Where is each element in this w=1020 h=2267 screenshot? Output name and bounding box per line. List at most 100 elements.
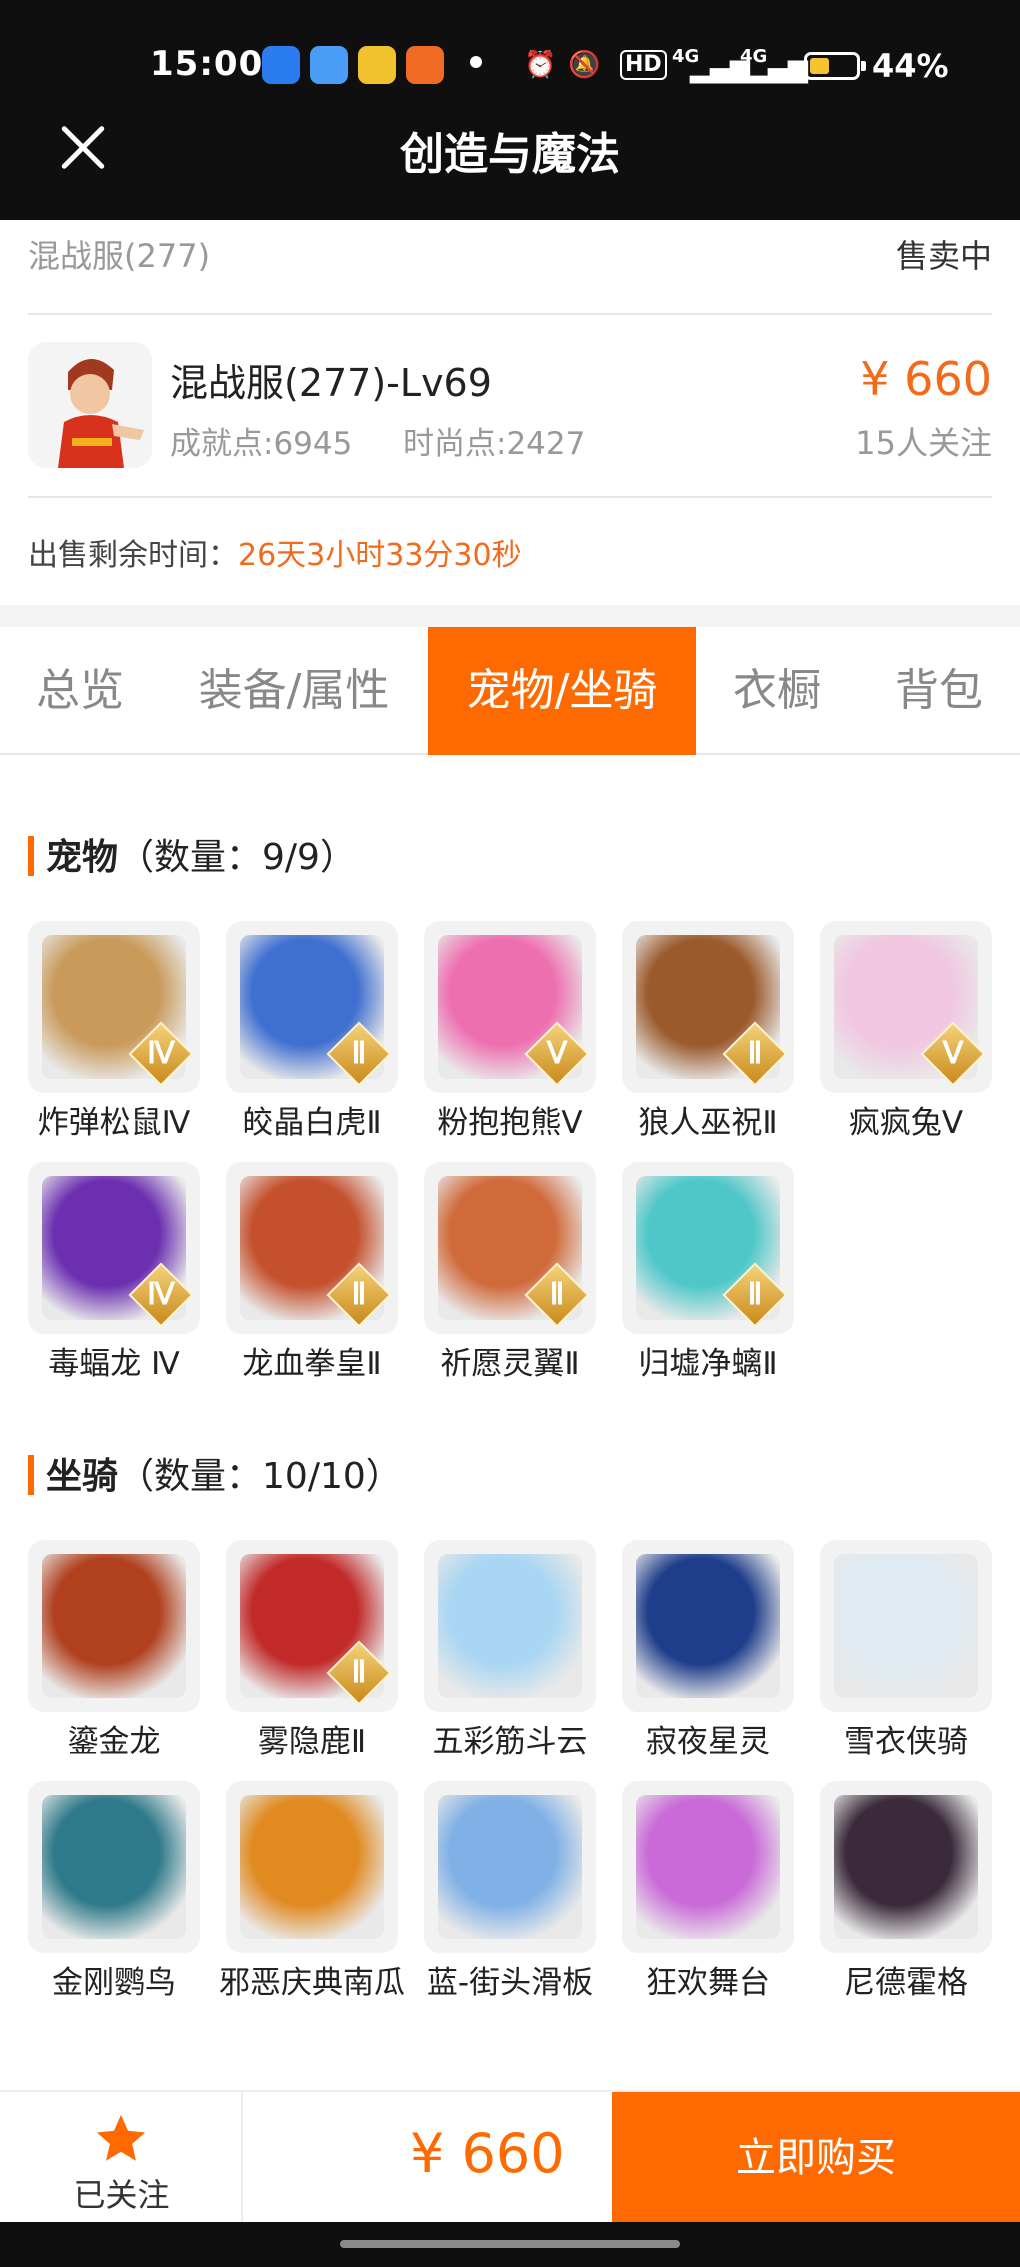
- pets-title: 宠物: [46, 837, 119, 878]
- pet-item[interactable]: Ⅴ 疯疯兔Ⅴ: [820, 921, 992, 1145]
- page-title: 创造与魔法: [400, 129, 620, 180]
- follow-button[interactable]: 已关注: [0, 2092, 243, 2224]
- home-gesture-handle[interactable]: [340, 2240, 680, 2248]
- pet-name: 归墟净螭Ⅱ: [638, 1346, 778, 1382]
- pet-name: 疯疯兔Ⅴ: [848, 1105, 964, 1141]
- buy-now-button[interactable]: 立即购买: [612, 2092, 1020, 2224]
- tier-badge-text: Ⅴ: [546, 1037, 568, 1070]
- pet-thumbnail: Ⅱ: [424, 1162, 596, 1334]
- pet-item[interactable]: Ⅳ 毒蝠龙 Ⅳ: [28, 1162, 200, 1386]
- section-divider: [0, 605, 1020, 627]
- pet-thumbnail: Ⅳ: [28, 1162, 200, 1334]
- tab-overview[interactable]: 总览: [0, 627, 160, 755]
- pet-thumbnail: Ⅱ: [622, 1162, 794, 1334]
- pet-item[interactable]: Ⅴ 粉抱抱熊Ⅴ: [424, 921, 596, 1145]
- mount-item[interactable]: 尼德霍格: [820, 1781, 992, 2005]
- pet-item[interactable]: Ⅱ 归墟净螭Ⅱ: [622, 1162, 794, 1386]
- pet-name: 毒蝠龙 Ⅳ: [48, 1346, 180, 1382]
- sale-status: 售卖中: [895, 237, 992, 275]
- mount-thumbnail: [424, 1540, 596, 1712]
- follow-label: 已关注: [73, 2176, 170, 2214]
- mount-item[interactable]: 五彩筋斗云: [424, 1540, 596, 1764]
- tier-badge-text: Ⅱ: [351, 1656, 367, 1689]
- mount-name: 邪恶庆典南瓜: [219, 1965, 405, 2001]
- mount-item[interactable]: 狂欢舞台: [622, 1781, 794, 2005]
- alarm-icon: ⏰: [524, 50, 557, 80]
- mount-item[interactable]: 蓝-街头滑板: [424, 1781, 596, 2005]
- mount-name: 鎏金龙: [67, 1724, 161, 1760]
- server-row: 混战服(277) 售卖中: [28, 225, 992, 315]
- pet-name: 粉抱抱熊Ⅴ: [437, 1105, 583, 1141]
- app-notification-icon: [406, 46, 444, 84]
- status-bar: 15:00 ⏰ 🔕 HD 4G ▂▄▆ 4G ▂▄▆ 44%: [0, 0, 1020, 135]
- tier-badge-text: Ⅱ: [351, 1037, 367, 1070]
- pet-name: 炸弹松鼠Ⅳ: [37, 1105, 191, 1141]
- mount-name: 金刚鹦鸟: [52, 1965, 176, 2001]
- pet-name: 狼人巫祝Ⅱ: [638, 1105, 778, 1141]
- mount-image: [834, 1554, 978, 1698]
- tab-pets-mounts[interactable]: 宠物/坐骑: [428, 627, 696, 755]
- mount-item[interactable]: 鎏金龙: [28, 1540, 200, 1764]
- character-card[interactable]: 混战服(277)-Lv69 成就点:6945 时尚点:2427 ¥ 660 15…: [28, 318, 992, 498]
- character-avatar: [28, 342, 152, 468]
- tier-badge-text: Ⅴ: [942, 1037, 964, 1070]
- pet-name: 祈愿灵翼Ⅱ: [440, 1346, 580, 1382]
- star-icon: [96, 2114, 146, 2161]
- mount-item[interactable]: 邪恶庆典南瓜: [219, 1781, 405, 2005]
- pets-section-title: 宠物（数量：9/9）: [28, 828, 356, 880]
- system-nav-bar: [0, 2222, 1020, 2267]
- mount-thumbnail: [622, 1781, 794, 1953]
- character-title: 混战服(277)-Lv69: [170, 361, 492, 405]
- mount-image: [438, 1795, 582, 1939]
- server-name: 混战服(277): [28, 237, 211, 275]
- mount-image: [636, 1795, 780, 1939]
- signal-bars-icon-2: ▂▄▆: [748, 54, 808, 84]
- mount-image: [42, 1795, 186, 1939]
- pet-thumbnail: Ⅱ: [226, 921, 398, 1093]
- mount-item[interactable]: 寂夜星灵: [622, 1540, 794, 1764]
- mount-name: 雾隐鹿Ⅱ: [257, 1724, 367, 1760]
- character-avatar-image: [28, 342, 152, 468]
- pet-name: 皎晶白虎Ⅱ: [242, 1105, 382, 1141]
- remaining-time-label: 出售剩余时间：: [28, 538, 238, 573]
- mount-thumbnail: [820, 1781, 992, 1953]
- tier-badge-text: Ⅱ: [351, 1278, 367, 1311]
- mount-thumbnail: [28, 1540, 200, 1712]
- tab-backpack[interactable]: 背包: [858, 627, 1020, 755]
- tab-bar: 总览 装备/属性 宠物/坐骑 衣橱 背包: [0, 627, 1020, 755]
- app-notification-icon: [310, 46, 348, 84]
- pet-thumbnail: Ⅱ: [226, 1162, 398, 1334]
- mount-item[interactable]: 金刚鹦鸟: [28, 1781, 200, 2005]
- tier-badge-text: Ⅳ: [147, 1278, 175, 1311]
- mount-thumbnail: [820, 1540, 992, 1712]
- pet-item[interactable]: Ⅱ 狼人巫祝Ⅱ: [622, 921, 794, 1145]
- listing-price: ¥ 660: [860, 352, 992, 406]
- battery-percent: 44%: [872, 47, 949, 85]
- mount-name: 蓝-街头滑板: [426, 1965, 594, 2001]
- mount-item[interactable]: 雪衣侠骑: [820, 1540, 992, 1764]
- mount-item[interactable]: Ⅱ 雾隐鹿Ⅱ: [226, 1540, 398, 1764]
- pet-item[interactable]: Ⅱ 祈愿灵翼Ⅱ: [424, 1162, 596, 1386]
- more-notifications-icon: [470, 56, 482, 68]
- pet-thumbnail: Ⅳ: [28, 921, 200, 1093]
- mount-image: [42, 1554, 186, 1698]
- tab-equipment[interactable]: 装备/属性: [160, 627, 428, 755]
- pet-item[interactable]: Ⅱ 皎晶白虎Ⅱ: [226, 921, 398, 1145]
- bottom-price: ¥ 660: [410, 2122, 565, 2185]
- pet-item[interactable]: Ⅳ 炸弹松鼠Ⅳ: [28, 921, 200, 1145]
- tier-badge-text: Ⅱ: [747, 1037, 763, 1070]
- mounts-section-title: 坐骑（数量：10/10）: [28, 1447, 402, 1499]
- mount-name: 尼德霍格: [844, 1965, 968, 2001]
- mount-thumbnail: [424, 1781, 596, 1953]
- weibo-icon: [358, 46, 396, 84]
- tab-wardrobe[interactable]: 衣橱: [696, 627, 858, 755]
- mount-image: [438, 1554, 582, 1698]
- top-bar: 15:00 ⏰ 🔕 HD 4G ▂▄▆ 4G ▂▄▆ 44% 创造与魔法: [0, 0, 1020, 220]
- mount-image: [240, 1795, 384, 1939]
- remaining-time-value: 26天3小时33分30秒: [238, 538, 522, 573]
- achievement-points: 成就点:6945: [170, 426, 353, 462]
- app-notification-icon: [262, 46, 300, 84]
- pet-thumbnail: Ⅴ: [424, 921, 596, 1093]
- pet-item[interactable]: Ⅱ 龙血拳皇Ⅱ: [226, 1162, 398, 1386]
- mount-name: 五彩筋斗云: [432, 1724, 588, 1760]
